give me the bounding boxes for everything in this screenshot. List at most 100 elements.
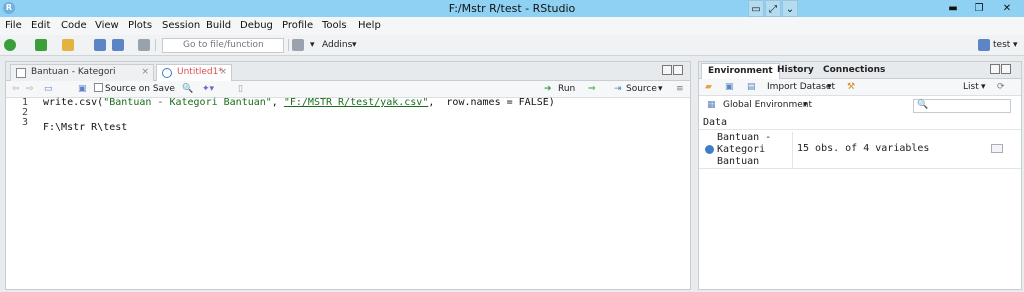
source-button[interactable]: Source [626, 83, 657, 96]
line-number: 3 [21, 117, 28, 128]
string-token: "Bantuan - Kategori Bantuan" [103, 97, 272, 108]
save-icon[interactable] [94, 39, 106, 51]
save-icon[interactable]: ▣ [78, 83, 87, 96]
editor-toolbar: ⇦ ⇨ ▭ ▣ Source on Save 🔍 ✦▾ ▯ ➔ Run ⇒ ⇥ … [6, 81, 690, 98]
menu-profile[interactable]: Profile [282, 20, 313, 31]
minimize-button[interactable]: ▬ [940, 0, 966, 17]
view-data-grid-icon[interactable] [991, 144, 1003, 153]
environment-toolbar: ▰ ▣ ▤ Import Dataset ▾ ⚒ List ▾ ⟳ [699, 79, 1021, 96]
chevron-down-icon[interactable]: ▾ [352, 38, 357, 52]
search-icon[interactable]: 🔍 [182, 83, 193, 96]
maximize-pane-icon[interactable] [1001, 64, 1011, 74]
project-icon [978, 39, 990, 51]
chevron-down-icon[interactable]: ▾ [1013, 38, 1018, 52]
source-editor-pane: Bantuan - Kategori Bantuan × Untitled1* … [5, 61, 691, 290]
toolbar-divider [288, 39, 289, 51]
table-icon [16, 68, 26, 78]
variable-name: Bantuan - Kategori Bantuan [717, 132, 793, 168]
broom-icon[interactable]: ⚒ [847, 81, 855, 94]
forward-icon[interactable]: ⇨ [26, 83, 34, 96]
print-icon[interactable] [138, 39, 150, 51]
code-token: , row.names = FALSE) [428, 97, 555, 108]
minimize-pane-icon[interactable] [990, 64, 1000, 74]
menu-build[interactable]: Build [206, 20, 231, 31]
chevron-down-icon[interactable]: ▾ [827, 81, 832, 94]
menu-debug[interactable]: Debug [240, 20, 273, 31]
wand-icon[interactable]: ✦▾ [202, 83, 214, 96]
variable-value: 15 obs. of 4 variables [797, 143, 930, 154]
run-button[interactable]: Run [558, 83, 575, 96]
pane-controls [989, 64, 1013, 76]
tab-untitled1[interactable]: Untitled1* × [156, 64, 232, 82]
save-workspace-icon[interactable]: ▣ [725, 81, 734, 94]
close-button[interactable]: ✕ [992, 0, 1022, 17]
environment-search-input[interactable]: 🔍 [913, 99, 1011, 113]
open-file-icon[interactable] [62, 39, 74, 51]
maximize-button[interactable]: ❐ [966, 0, 992, 17]
close-icon[interactable]: × [141, 65, 149, 80]
path-string-token[interactable]: "F:/MSTR R/test/yak.csv" [284, 97, 429, 108]
run-icon[interactable]: ➔ [544, 83, 552, 96]
source-icon[interactable]: ⇥ [614, 83, 622, 96]
rerun-icon[interactable]: ⇒ [588, 83, 596, 96]
expand-arrow-icon[interactable] [705, 145, 714, 154]
outline-icon[interactable]: ≡ [676, 83, 684, 96]
show-in-window-icon[interactable]: ▭ [44, 83, 53, 96]
chevron-down-icon[interactable]: ▾ [658, 83, 663, 96]
new-project-icon[interactable] [35, 39, 47, 51]
global-environment-menu[interactable]: Global Environment [723, 100, 812, 110]
tab-label: Untitled1* [177, 67, 223, 77]
tab-history[interactable]: History [771, 63, 820, 79]
menu-help[interactable]: Help [358, 20, 381, 31]
menu-edit[interactable]: Edit [31, 20, 50, 31]
compile-report-icon[interactable]: ▯ [238, 83, 243, 96]
menu-session[interactable]: Session [162, 20, 200, 31]
expand-icon[interactable]: ⤢ [765, 0, 781, 17]
close-icon[interactable]: × [219, 65, 227, 80]
environment-scope-bar: ▦ Global Environment ▾ 🔍 [699, 96, 1021, 115]
save-all-icon[interactable] [112, 39, 124, 51]
project-menu[interactable]: test [993, 38, 1010, 52]
window-title: F:/Mstr R/test - RStudio [448, 2, 576, 15]
code-line: 2 [6, 108, 690, 118]
menu-plots[interactable]: Plots [128, 20, 152, 31]
main-toolbar: Go to file/function ▾ Addins ▾ test ▾ [0, 35, 1024, 56]
refresh-icon[interactable]: ⟳ [997, 81, 1005, 94]
chevron-down-icon[interactable]: ▾ [981, 81, 986, 94]
checkbox-icon[interactable] [94, 83, 103, 92]
r-script-icon [162, 68, 172, 78]
menu-tools[interactable]: Tools [322, 20, 347, 31]
load-workspace-icon[interactable]: ▰ [705, 81, 712, 94]
import-dataset-menu[interactable]: Import Dataset [767, 81, 835, 94]
code-line: 1 write.csv("Bantuan - Kategori Bantuan"… [6, 98, 690, 108]
source-on-save-label: Source on Save [105, 84, 175, 94]
chevron-down-icon[interactable]: ▾ [803, 100, 808, 110]
menu-file[interactable]: File [5, 20, 22, 31]
list-view-menu[interactable]: List [963, 81, 979, 94]
toolbar-divider [155, 39, 156, 51]
data-section-header: Data [699, 115, 1021, 130]
chevron-down-icon[interactable]: ⌄ [782, 0, 798, 17]
minimize-pane-icon[interactable] [662, 65, 672, 75]
maximize-pane-icon[interactable] [673, 65, 683, 75]
code-token: , [271, 97, 284, 108]
right-pane-tabs: Environment History Connections [699, 62, 1021, 79]
chevron-down-icon[interactable]: ▾ [310, 38, 315, 52]
grid-layout-icon[interactable] [292, 39, 304, 51]
menu-bar: File Edit Code View Plots Session Build … [0, 17, 1024, 35]
snap-icon[interactable]: ▭ [748, 0, 764, 17]
goto-file-input[interactable]: Go to file/function [162, 38, 284, 53]
menu-code[interactable]: Code [61, 20, 87, 31]
table-row[interactable]: Bantuan - Kategori Bantuan 15 obs. of 4 … [699, 131, 1021, 169]
tab-environment[interactable]: Environment [701, 63, 780, 79]
menu-view[interactable]: View [95, 20, 119, 31]
tab-connections[interactable]: Connections [817, 63, 891, 79]
addins-menu[interactable]: Addins [322, 38, 352, 52]
new-file-icon[interactable] [4, 39, 16, 51]
pane-controls [661, 65, 685, 77]
search-icon: 🔍 [917, 100, 929, 110]
tab-bantuan[interactable]: Bantuan - Kategori Bantuan × [10, 64, 154, 92]
back-icon[interactable]: ⇦ [12, 83, 20, 96]
source-on-save-checkbox[interactable]: Source on Save [94, 83, 175, 96]
import-dataset-icon[interactable]: ▤ [747, 81, 756, 94]
